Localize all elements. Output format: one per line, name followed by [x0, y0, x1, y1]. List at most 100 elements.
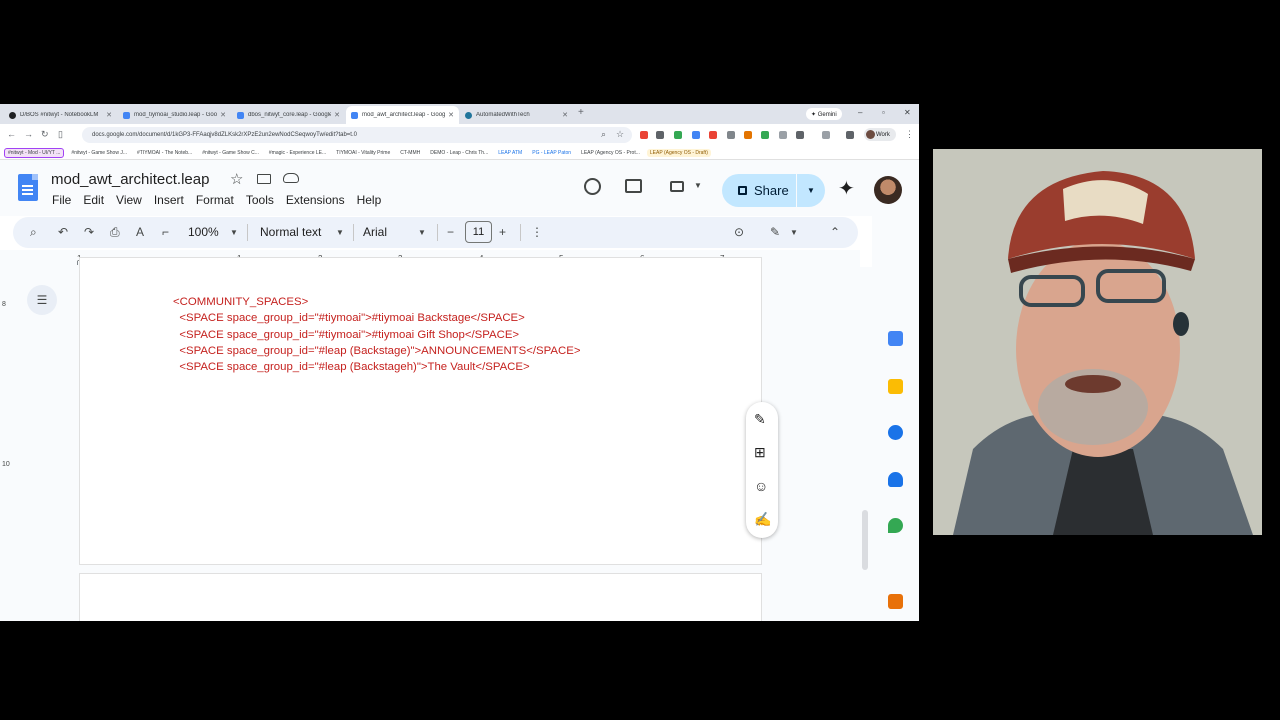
emoji-reaction-icon[interactable]: ☺ — [754, 478, 768, 494]
menu-help[interactable]: Help — [357, 193, 382, 207]
close-icon[interactable]: ✕ — [220, 111, 226, 119]
editing-mode-icon[interactable]: ✎ — [770, 225, 780, 239]
spellcheck-icon[interactable]: A — [136, 225, 144, 239]
increase-font-size-button[interactable]: + — [499, 225, 506, 239]
scrollbar-thumb[interactable] — [862, 510, 868, 570]
menu-file[interactable]: File — [52, 193, 71, 207]
move-folder-icon[interactable] — [257, 174, 271, 184]
paint-format-icon[interactable]: ⌐ — [162, 225, 169, 239]
chevron-down-icon[interactable]: ▼ — [790, 228, 798, 237]
menu-extensions[interactable]: Extensions — [286, 193, 345, 207]
extension-icon[interactable] — [796, 131, 804, 139]
chevron-down-icon[interactable]: ▼ — [230, 228, 238, 237]
close-icon[interactable]: ✕ — [334, 111, 340, 119]
chevron-down-icon[interactable]: ▼ — [797, 186, 825, 195]
menu-edit[interactable]: Edit — [83, 193, 104, 207]
gemini-edit-icon[interactable]: ⊙ — [734, 225, 744, 239]
addon-icon[interactable] — [888, 594, 903, 609]
bookmark-item[interactable]: TIYMOAI - Vitality Prime — [333, 149, 393, 157]
forward-icon[interactable]: → — [24, 129, 33, 139]
back-icon[interactable]: ← — [7, 129, 16, 139]
gemini-icon[interactable]: ✦ — [838, 176, 855, 201]
add-comment-icon[interactable]: ⊞ — [754, 444, 766, 461]
chevron-down-icon[interactable]: ▼ — [418, 228, 426, 237]
decrease-font-size-button[interactable]: − — [447, 225, 454, 239]
comments-icon[interactable] — [625, 179, 642, 193]
maps-icon[interactable] — [888, 518, 903, 533]
bookmark-item[interactable]: #nitwyt - Mod - UI/YT ... — [4, 147, 65, 158]
extension-icon[interactable] — [709, 131, 717, 139]
bookmark-item[interactable]: DEMO - Leap - Chris Th... — [427, 149, 491, 157]
extension-icon[interactable] — [779, 131, 787, 139]
split-view-icon[interactable]: ▯ — [58, 129, 63, 140]
undo-icon[interactable]: ↶ — [58, 225, 68, 239]
tab-notebooklm[interactable]: D/BOS #nitwyt - NotebookLM ✕ — [4, 106, 117, 124]
star-icon[interactable]: ☆ — [616, 129, 624, 140]
document-title[interactable]: mod_awt_architect.leap — [51, 171, 209, 188]
gemini-chip[interactable]: ✦ Gemini — [806, 108, 842, 120]
bookmark-item[interactable]: LEAP ATM — [495, 149, 525, 157]
meet-icon[interactable] — [670, 181, 684, 192]
document-outline-button[interactable]: ☰ — [27, 285, 57, 315]
close-icon[interactable]: ✕ — [562, 111, 568, 119]
extension-icon[interactable] — [761, 131, 769, 139]
docs-logo-icon[interactable] — [18, 174, 38, 201]
tasks-icon[interactable] — [888, 425, 903, 440]
minimize-icon[interactable]: – — [858, 108, 862, 117]
print-icon[interactable]: ⎙ — [110, 225, 120, 240]
hide-menus-icon[interactable]: ⌃ — [830, 225, 840, 239]
profile-chip[interactable]: Work — [864, 128, 896, 141]
contacts-icon[interactable] — [888, 472, 903, 487]
share-button[interactable]: Share ▼ — [722, 174, 825, 207]
tab-tiymoai-doc[interactable]: mod_tiymoai_studio.leap - Goo ✕ — [118, 106, 231, 124]
more-options-icon[interactable]: ⋮ — [531, 225, 543, 239]
extension-icon[interactable] — [692, 131, 700, 139]
bookmark-item[interactable]: #TIYMOAI - The Noteb... — [134, 149, 195, 157]
reload-icon[interactable]: ↻ — [41, 129, 49, 140]
redo-icon[interactable]: ↷ — [84, 225, 94, 239]
menu-tools[interactable]: Tools — [246, 193, 274, 207]
maximize-icon[interactable]: ▫ — [882, 108, 885, 117]
close-icon[interactable]: ✕ — [106, 111, 112, 119]
zoom-select[interactable]: 100% — [188, 225, 219, 239]
suggest-edits-icon[interactable]: ✍ — [754, 511, 771, 528]
close-window-icon[interactable]: ✕ — [904, 108, 911, 117]
calendar-icon[interactable] — [888, 331, 903, 346]
url-field[interactable]: docs.google.com/document/d/1kGP3-FFAaqjv… — [82, 127, 632, 143]
close-icon[interactable]: ✕ — [448, 111, 454, 119]
extension-icon[interactable] — [744, 131, 752, 139]
extensions-menu-icon[interactable] — [822, 131, 830, 139]
bookmark-item[interactable]: #nitwyt - Game Show J... — [68, 149, 130, 157]
menu-format[interactable]: Format — [196, 193, 234, 207]
font-size-field[interactable]: 11 — [465, 221, 492, 243]
tab-awt-architect[interactable]: mod_awt_architect.leap - Goog ✕ — [346, 106, 459, 124]
cloud-saved-icon[interactable] — [283, 173, 299, 183]
more-menu-icon[interactable]: ⋮ — [905, 129, 914, 140]
search-icon[interactable]: ⌕ — [601, 129, 606, 140]
star-icon[interactable]: ☆ — [230, 170, 243, 188]
extension-icon[interactable] — [674, 131, 682, 139]
avatar[interactable] — [874, 176, 902, 204]
help-me-write-icon[interactable]: ✎ — [754, 411, 766, 428]
bookmark-item[interactable]: CT-MMH — [397, 149, 423, 157]
chevron-down-icon[interactable]: ▼ — [694, 181, 702, 190]
menu-view[interactable]: View — [116, 193, 142, 207]
bookmark-item[interactable]: #magic - Experience LE... — [266, 149, 329, 157]
search-icon[interactable]: ⌕ — [30, 225, 37, 240]
tab-automatedwithtech[interactable]: AutomatedWithTech ✕ — [460, 106, 573, 124]
paragraph-style-select[interactable]: Normal text — [260, 225, 321, 239]
extension-icon[interactable] — [656, 131, 664, 139]
side-panel-icon[interactable] — [846, 131, 854, 139]
font-select[interactable]: Arial — [363, 225, 387, 239]
menu-insert[interactable]: Insert — [154, 193, 184, 207]
keep-icon[interactable] — [888, 379, 903, 394]
bookmark-item[interactable]: #nitwyt - Game Show C... — [199, 149, 262, 157]
bookmark-item[interactable]: LEAP (Agency OS - Draft) — [646, 148, 711, 157]
bookmark-item[interactable]: LEAP (Agency OS - Prot... — [578, 149, 643, 157]
tab-dbos-doc[interactable]: dbos_nitwyt_core.leap - Google ✕ — [232, 106, 345, 124]
new-tab-button[interactable]: + — [578, 107, 584, 118]
bookmark-item[interactable]: PG - LEAP Paton — [529, 149, 574, 157]
version-history-icon[interactable] — [584, 178, 601, 195]
extension-icon[interactable] — [640, 131, 648, 139]
extension-icon[interactable] — [727, 131, 735, 139]
